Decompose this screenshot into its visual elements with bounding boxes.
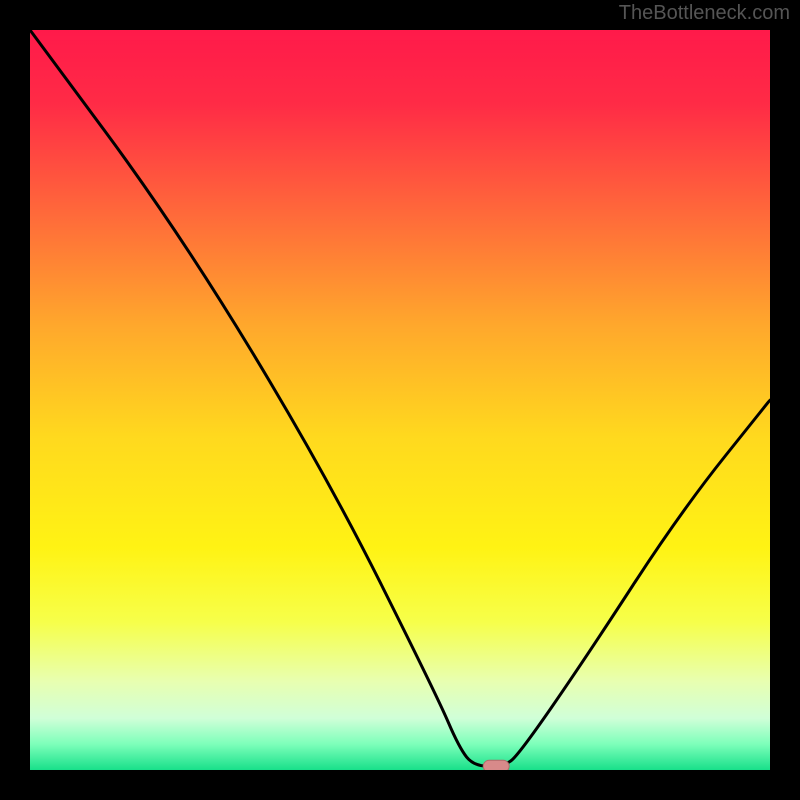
watermark-text: TheBottleneck.com <box>619 2 790 25</box>
optimal-marker <box>483 760 509 770</box>
gradient-background <box>30 30 770 770</box>
chart-frame <box>30 30 770 770</box>
bottleneck-chart <box>30 30 770 770</box>
